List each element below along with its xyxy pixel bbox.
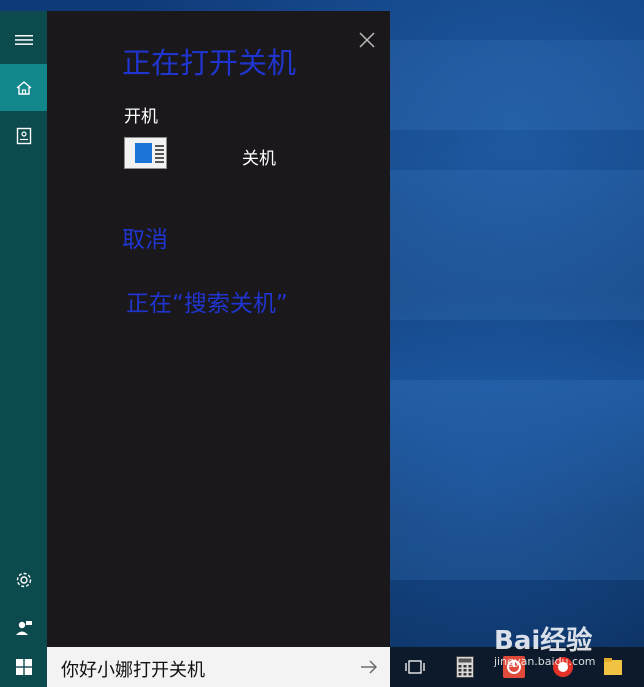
- notebook-icon: [16, 127, 31, 144]
- close-icon: [359, 32, 375, 48]
- wallpaper-pane: [390, 380, 644, 580]
- calculator-button[interactable]: [453, 655, 477, 679]
- feedback-person-icon: [15, 620, 32, 635]
- folder-icon: [604, 658, 622, 675]
- section-label: 开机: [124, 107, 158, 127]
- watermark-url: jingyan.baidu.com: [494, 655, 596, 668]
- close-button[interactable]: [354, 27, 380, 53]
- cortana-rail: [0, 11, 47, 647]
- folder-button[interactable]: [601, 655, 625, 679]
- notebook-button[interactable]: [0, 112, 47, 159]
- wallpaper-pane: [390, 170, 644, 320]
- status-text: 正在“搜索关机”: [126, 291, 288, 317]
- search-result-item[interactable]: 关机: [124, 135, 344, 175]
- home-icon: [16, 80, 31, 95]
- task-view-button[interactable]: [403, 655, 427, 679]
- program-window-icon: [124, 137, 167, 169]
- start-button[interactable]: [0, 647, 47, 687]
- feedback-button[interactable]: [0, 604, 47, 651]
- hamburger-menu-icon: [14, 34, 33, 45]
- windows-logo-icon: [15, 659, 32, 675]
- calculator-icon: [456, 656, 474, 678]
- hamburger-menu-button[interactable]: [0, 16, 47, 63]
- search-input[interactable]: 你好小娜打开关机: [61, 656, 205, 682]
- task-view-icon: [405, 660, 425, 674]
- wallpaper-pane: [390, 40, 644, 130]
- cortana-headline: 正在打开关机: [122, 46, 297, 80]
- cancel-link[interactable]: 取消: [122, 220, 168, 254]
- gear-icon: [16, 572, 31, 587]
- home-button[interactable]: [0, 64, 47, 111]
- watermark-brand: Bai经验: [494, 626, 593, 656]
- cortana-panel: [47, 11, 390, 647]
- search-box[interactable]: 你好小娜打开关机: [47, 647, 390, 687]
- search-result-name: 关机: [242, 149, 276, 169]
- arrow-right-icon[interactable]: [360, 658, 378, 676]
- settings-button[interactable]: [0, 556, 47, 603]
